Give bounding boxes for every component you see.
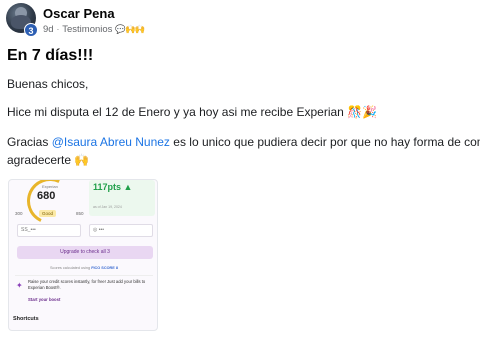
- upgrade-button: Upgrade to check all 3: [17, 246, 153, 259]
- post-meta: 9d · Testimonios 💬🙌🙌: [43, 24, 145, 35]
- masked-field-ssn: SS_•••: [17, 224, 81, 237]
- masked-field-other: ◎ •••: [89, 224, 153, 237]
- scale-high: 850: [76, 211, 84, 216]
- divider: [15, 275, 153, 276]
- post-line-greeting: Buenas chicos,: [7, 77, 89, 91]
- mention-link[interactable]: @Isaura Abreu Nunez: [52, 135, 170, 149]
- points-date: as of Jan 19, 2024: [93, 205, 122, 209]
- group-emojis: 💬🙌🙌: [115, 24, 145, 34]
- post-header: 3 Oscar Pena 9d · Testimonios 💬🙌🙌: [6, 3, 306, 37]
- author-name[interactable]: Oscar Pena: [43, 6, 115, 21]
- boost-link: Start your boost: [28, 297, 61, 302]
- score-model-note: Scores calculated using FICO SCORE 8: [9, 266, 157, 270]
- post-line-thanks: Gracias @Isaura Abreu Nunez es lo unico …: [7, 133, 480, 152]
- boost-description: Raise your credit scores instantly, for …: [28, 279, 146, 290]
- meta-separator: ·: [56, 25, 60, 34]
- attached-screenshot[interactable]: Experian 680 300 Good 850 117pts ▲ as of…: [8, 179, 158, 331]
- post-time[interactable]: 9d: [43, 24, 54, 35]
- post-title: En 7 días!!!: [7, 47, 94, 64]
- group-name[interactable]: Testimonios: [62, 24, 112, 35]
- post-line-dispute: Hice mi disputa el 12 de Enero y ya hoy …: [7, 105, 378, 119]
- boost-icon: ✦: [16, 281, 23, 290]
- gauge-label: Experian: [42, 184, 58, 189]
- rating-badge: Good: [39, 210, 57, 217]
- calc-prefix: Scores calculated using: [50, 266, 91, 270]
- shortcuts-heading: Shortcuts: [13, 316, 39, 322]
- points-change: 117pts ▲: [93, 182, 133, 192]
- thanks-prefix: Gracias: [7, 135, 52, 149]
- points-change-card: 117pts ▲ as of Jan 19, 2024: [89, 180, 155, 216]
- post-line-closing: agradecerte 🙌: [7, 153, 90, 167]
- score-gauge: Experian 680 300 Good 850: [13, 180, 87, 231]
- avatar-badge: 3: [24, 23, 38, 37]
- scale-low: 300: [15, 211, 23, 216]
- thanks-suffix: es lo unico que pudiera decir por que no…: [169, 135, 480, 149]
- credit-score: 680: [37, 190, 56, 202]
- fico-brand: FICO SCORE 8: [91, 266, 118, 270]
